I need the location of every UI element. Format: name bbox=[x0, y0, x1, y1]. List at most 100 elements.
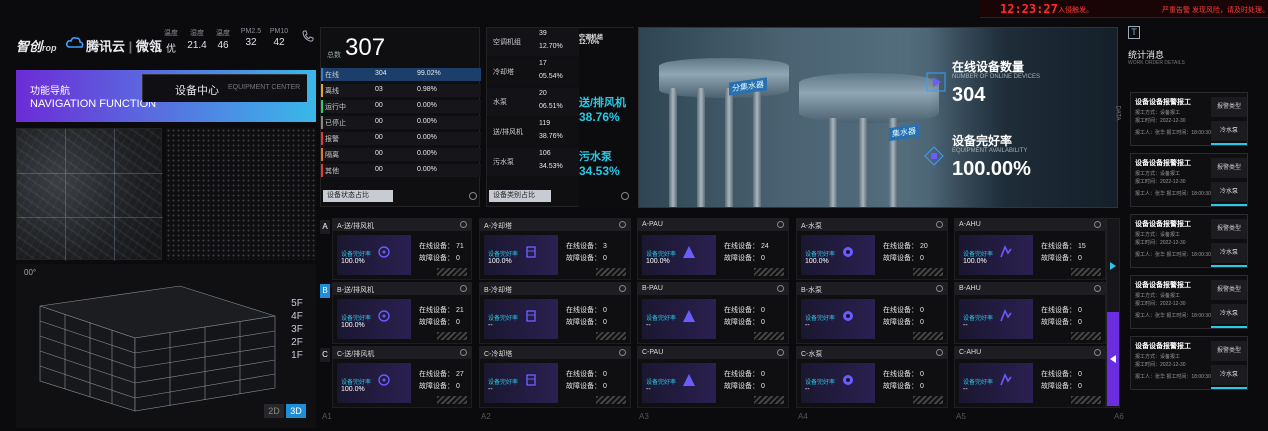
card-toggle[interactable] bbox=[777, 285, 784, 292]
equipment-card[interactable]: A-冷却塔 设备完好率 100.0% 在线设备： 3 故障设备： 0 bbox=[479, 218, 631, 280]
availability-title: 设备完好率 bbox=[952, 134, 1013, 148]
equipment-card[interactable]: C-PAU 设备完好率 -- 在线设备： 0 故障设备： 0 bbox=[637, 346, 789, 408]
order-type-button[interactable]: 报警类型 bbox=[1211, 97, 1247, 117]
card-rate-label: 设备完好率 bbox=[341, 316, 372, 322]
order-device-button[interactable]: 冷水泵 bbox=[1211, 365, 1247, 385]
satellite-map[interactable] bbox=[16, 128, 163, 261]
equipment-card[interactable]: B-水泵 设备完好率 -- 在线设备： 0 故障设备： 0 bbox=[796, 282, 948, 344]
equipment-card[interactable]: B-AHU 设备完好率 -- 在线设备： 0 故障设备： 0 bbox=[954, 282, 1106, 344]
card-hatch bbox=[754, 396, 784, 404]
card-toggle[interactable] bbox=[619, 285, 626, 292]
card-rate-value: 100.0% bbox=[805, 258, 829, 265]
row-tag[interactable]: A bbox=[320, 220, 330, 234]
category-panel-toggle[interactable] bbox=[621, 192, 629, 200]
order-type-button[interactable]: 报警类型 bbox=[1211, 341, 1247, 361]
equipment-card[interactable]: B-冷却塔 设备完好率 -- 在线设备： 0 故障设备： 0 bbox=[479, 282, 631, 344]
card-toggle[interactable] bbox=[460, 285, 467, 292]
status-row[interactable]: 在线 304 99.02% bbox=[321, 68, 481, 81]
category-row[interactable]: 污水泵 106 34.53% bbox=[487, 148, 579, 176]
view-2d-button[interactable]: 2D bbox=[264, 404, 284, 418]
equipment-photo[interactable]: 分集水器 集水器 bbox=[638, 27, 1118, 208]
card-fault: 故障设备： 0 bbox=[419, 255, 460, 262]
card-toggle[interactable] bbox=[936, 349, 943, 356]
order-type-button[interactable]: 报警类型 bbox=[1211, 280, 1247, 300]
card-toggle[interactable] bbox=[1094, 285, 1101, 292]
floor-5f-button[interactable]: 5F bbox=[286, 298, 308, 311]
card-hatch bbox=[1071, 268, 1101, 276]
category-row[interactable]: 水泵 20 06.51% bbox=[487, 88, 579, 116]
card-toggle[interactable] bbox=[777, 221, 784, 228]
work-order-card[interactable]: 设备设备报警报工 报工方式：设备报工 报工时间：2022-12-30 报工人：张华 报… bbox=[1130, 92, 1248, 146]
status-row[interactable]: 隔离 00 0.00% bbox=[321, 148, 481, 161]
card-rate-value: -- bbox=[963, 386, 968, 393]
equipment-card[interactable]: A-水泵 设备完好率 100.0% 在线设备： 20 故障设备： 0 bbox=[796, 218, 948, 280]
card-toggle[interactable] bbox=[936, 285, 943, 292]
equipment-card[interactable]: A-PAU 设备完好率 100.0% 在线设备： 24 故障设备： 0 bbox=[637, 218, 789, 280]
work-order-card[interactable]: 设备设备报警报工 报工方式：设备报工 报工时间：2022-12-30 报工人：张华 报… bbox=[1130, 214, 1248, 268]
status-row[interactable]: 报警 00 0.00% bbox=[321, 132, 481, 145]
row-tag[interactable]: B bbox=[320, 284, 330, 298]
order-line2: 报工时间：2022-12-30 bbox=[1135, 240, 1186, 246]
status-row[interactable]: 离线 03 0.98% bbox=[321, 84, 481, 97]
status-color-bar bbox=[321, 164, 323, 177]
equipment-card[interactable]: C-送/排风机 设备完好率 100.0% 在线设备： 27 故障设备： 0 bbox=[332, 346, 472, 408]
ahu-icon bbox=[1000, 309, 1012, 322]
floor-2f-button[interactable]: 2F bbox=[286, 337, 308, 350]
equipment-card[interactable]: B-PAU 设备完好率 -- 在线设备： 0 故障设备： 0 bbox=[637, 282, 789, 344]
card-toggle[interactable] bbox=[936, 221, 943, 228]
status-pct: 0.00% bbox=[417, 166, 437, 173]
card-toggle[interactable] bbox=[1094, 349, 1101, 356]
order-type-button[interactable]: 报警类型 bbox=[1211, 158, 1247, 178]
order-device-button[interactable]: 冷水泵 bbox=[1211, 243, 1247, 263]
equipment-card[interactable]: A-AHU 设备完好率 100.0% 在线设备： 15 故障设备： 0 bbox=[954, 218, 1106, 280]
order-type-button[interactable]: 报警类型 bbox=[1211, 219, 1247, 239]
card-fault: 故障设备： 0 bbox=[724, 319, 765, 326]
view-3d-button[interactable]: 3D bbox=[286, 404, 306, 418]
equipment-card[interactable]: C-冷却塔 设备完好率 -- 在线设备： 0 故障设备： 0 bbox=[479, 346, 631, 408]
card-toggle[interactable] bbox=[619, 349, 626, 356]
scroll-right-icon[interactable] bbox=[1109, 262, 1117, 270]
work-order-card[interactable]: 设备设备报警报工 报工方式：设备报工 报工时间：2022-12-30 报工人：张华 报… bbox=[1130, 336, 1248, 390]
status-name: 在线 bbox=[325, 72, 339, 79]
scroll-left-icon[interactable] bbox=[1109, 355, 1117, 363]
building-3d-view[interactable]: 00° 5F 4F 3F 2F 1F 2D 3D bbox=[16, 264, 316, 428]
row-tag[interactable]: C bbox=[320, 348, 330, 362]
alert-level: 严重告警 bbox=[1162, 7, 1190, 14]
floor-3f-button[interactable]: 3F bbox=[286, 324, 308, 337]
floor-1f-button[interactable]: 1F bbox=[286, 350, 308, 363]
phone-icon[interactable] bbox=[302, 30, 314, 42]
card-fault: 故障设备： 0 bbox=[724, 383, 765, 390]
availability-value: 100.00% bbox=[952, 158, 1031, 180]
work-order-card[interactable]: 设备设备报警报工 报工方式：设备报工 报工时间：2022-12-30 报工人：张华 报… bbox=[1130, 153, 1248, 207]
equipment-card[interactable]: A-送/排风机 设备完好率 100.0% 在线设备： 71 故障设备： 0 bbox=[332, 218, 472, 280]
order-device-button[interactable]: 冷水泵 bbox=[1211, 182, 1247, 202]
order-device-button[interactable]: 冷水泵 bbox=[1211, 304, 1247, 324]
data-label: DATA bbox=[1114, 105, 1121, 121]
card-hatch bbox=[913, 332, 943, 340]
category-row[interactable]: 空调机组 39 12.70% bbox=[487, 28, 579, 56]
status-row[interactable]: 已停止 00 0.00% bbox=[321, 116, 481, 129]
status-panel-toggle[interactable] bbox=[469, 192, 477, 200]
equipment-card[interactable]: B-送/排风机 设备完好率 100.0% 在线设备： 21 故障设备： 0 bbox=[332, 282, 472, 344]
equipment-card[interactable]: C-水泵 设备完好率 -- 在线设备： 0 故障设备： 0 bbox=[796, 346, 948, 408]
device-status-footer: 设备状态占比 bbox=[323, 190, 393, 202]
card-rate-label: 设备完好率 bbox=[646, 380, 677, 386]
order-device-button[interactable]: 冷水泵 bbox=[1211, 121, 1247, 141]
card-rate-label: 设备完好率 bbox=[963, 252, 994, 258]
card-toggle[interactable] bbox=[777, 349, 784, 356]
card-toggle[interactable] bbox=[460, 349, 467, 356]
category-row[interactable]: 冷却塔 17 05.54% bbox=[487, 58, 579, 86]
work-order-card[interactable]: 设备设备报警报工 报工方式：设备报工 报工时间：2022-12-30 报工人：张华 报… bbox=[1130, 275, 1248, 329]
category-row[interactable]: 送/排风机 119 38.76% bbox=[487, 118, 579, 146]
floor-4f-button[interactable]: 4F bbox=[286, 311, 308, 324]
dot-grid-map[interactable] bbox=[166, 128, 316, 260]
status-row[interactable]: 其他 00 0.00% bbox=[321, 164, 481, 177]
order-highlight bbox=[1211, 387, 1247, 389]
card-toggle[interactable] bbox=[1094, 221, 1101, 228]
equipment-card[interactable]: C-AHU 设备完好率 -- 在线设备： 0 故障设备： 0 bbox=[954, 346, 1106, 408]
card-online: 在线设备： 24 bbox=[724, 243, 769, 250]
card-toggle[interactable] bbox=[460, 221, 467, 228]
card-toggle[interactable] bbox=[619, 221, 626, 228]
status-row[interactable]: 运行中 00 0.00% bbox=[321, 100, 481, 113]
side-pct-1: 38.76% bbox=[579, 110, 620, 124]
